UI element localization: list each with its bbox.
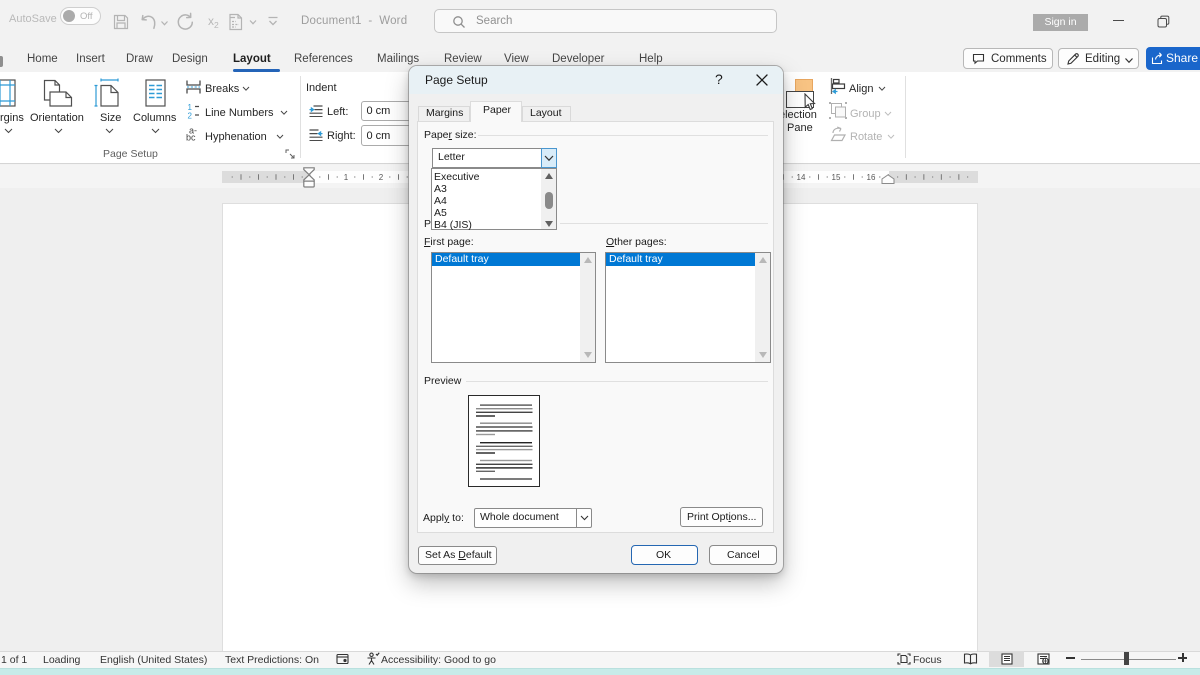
svg-text:15: 15 (832, 173, 841, 182)
svg-text:a-: a- (189, 127, 197, 136)
svg-text:1: 1 (344, 173, 349, 182)
svg-text:16: 16 (867, 173, 876, 182)
svg-text:14: 14 (797, 173, 806, 182)
svg-text:2: 2 (188, 111, 193, 119)
svg-text:2: 2 (379, 173, 384, 182)
